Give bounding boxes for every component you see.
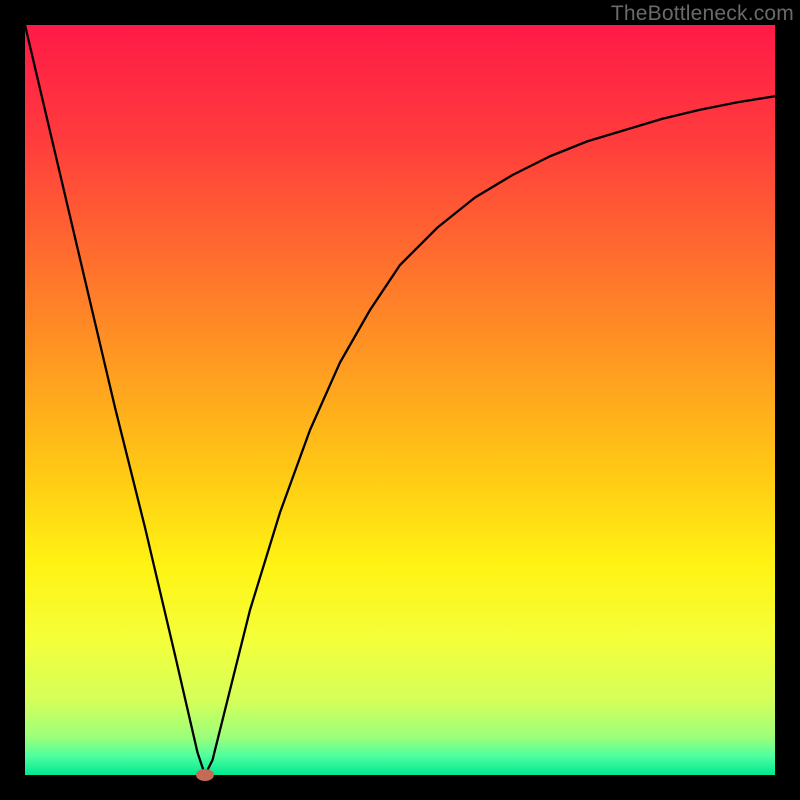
plot-area: [25, 25, 775, 775]
watermark-text: TheBottleneck.com: [611, 2, 794, 26]
optimal-point-marker: [196, 769, 214, 781]
gradient-background: [25, 25, 775, 775]
